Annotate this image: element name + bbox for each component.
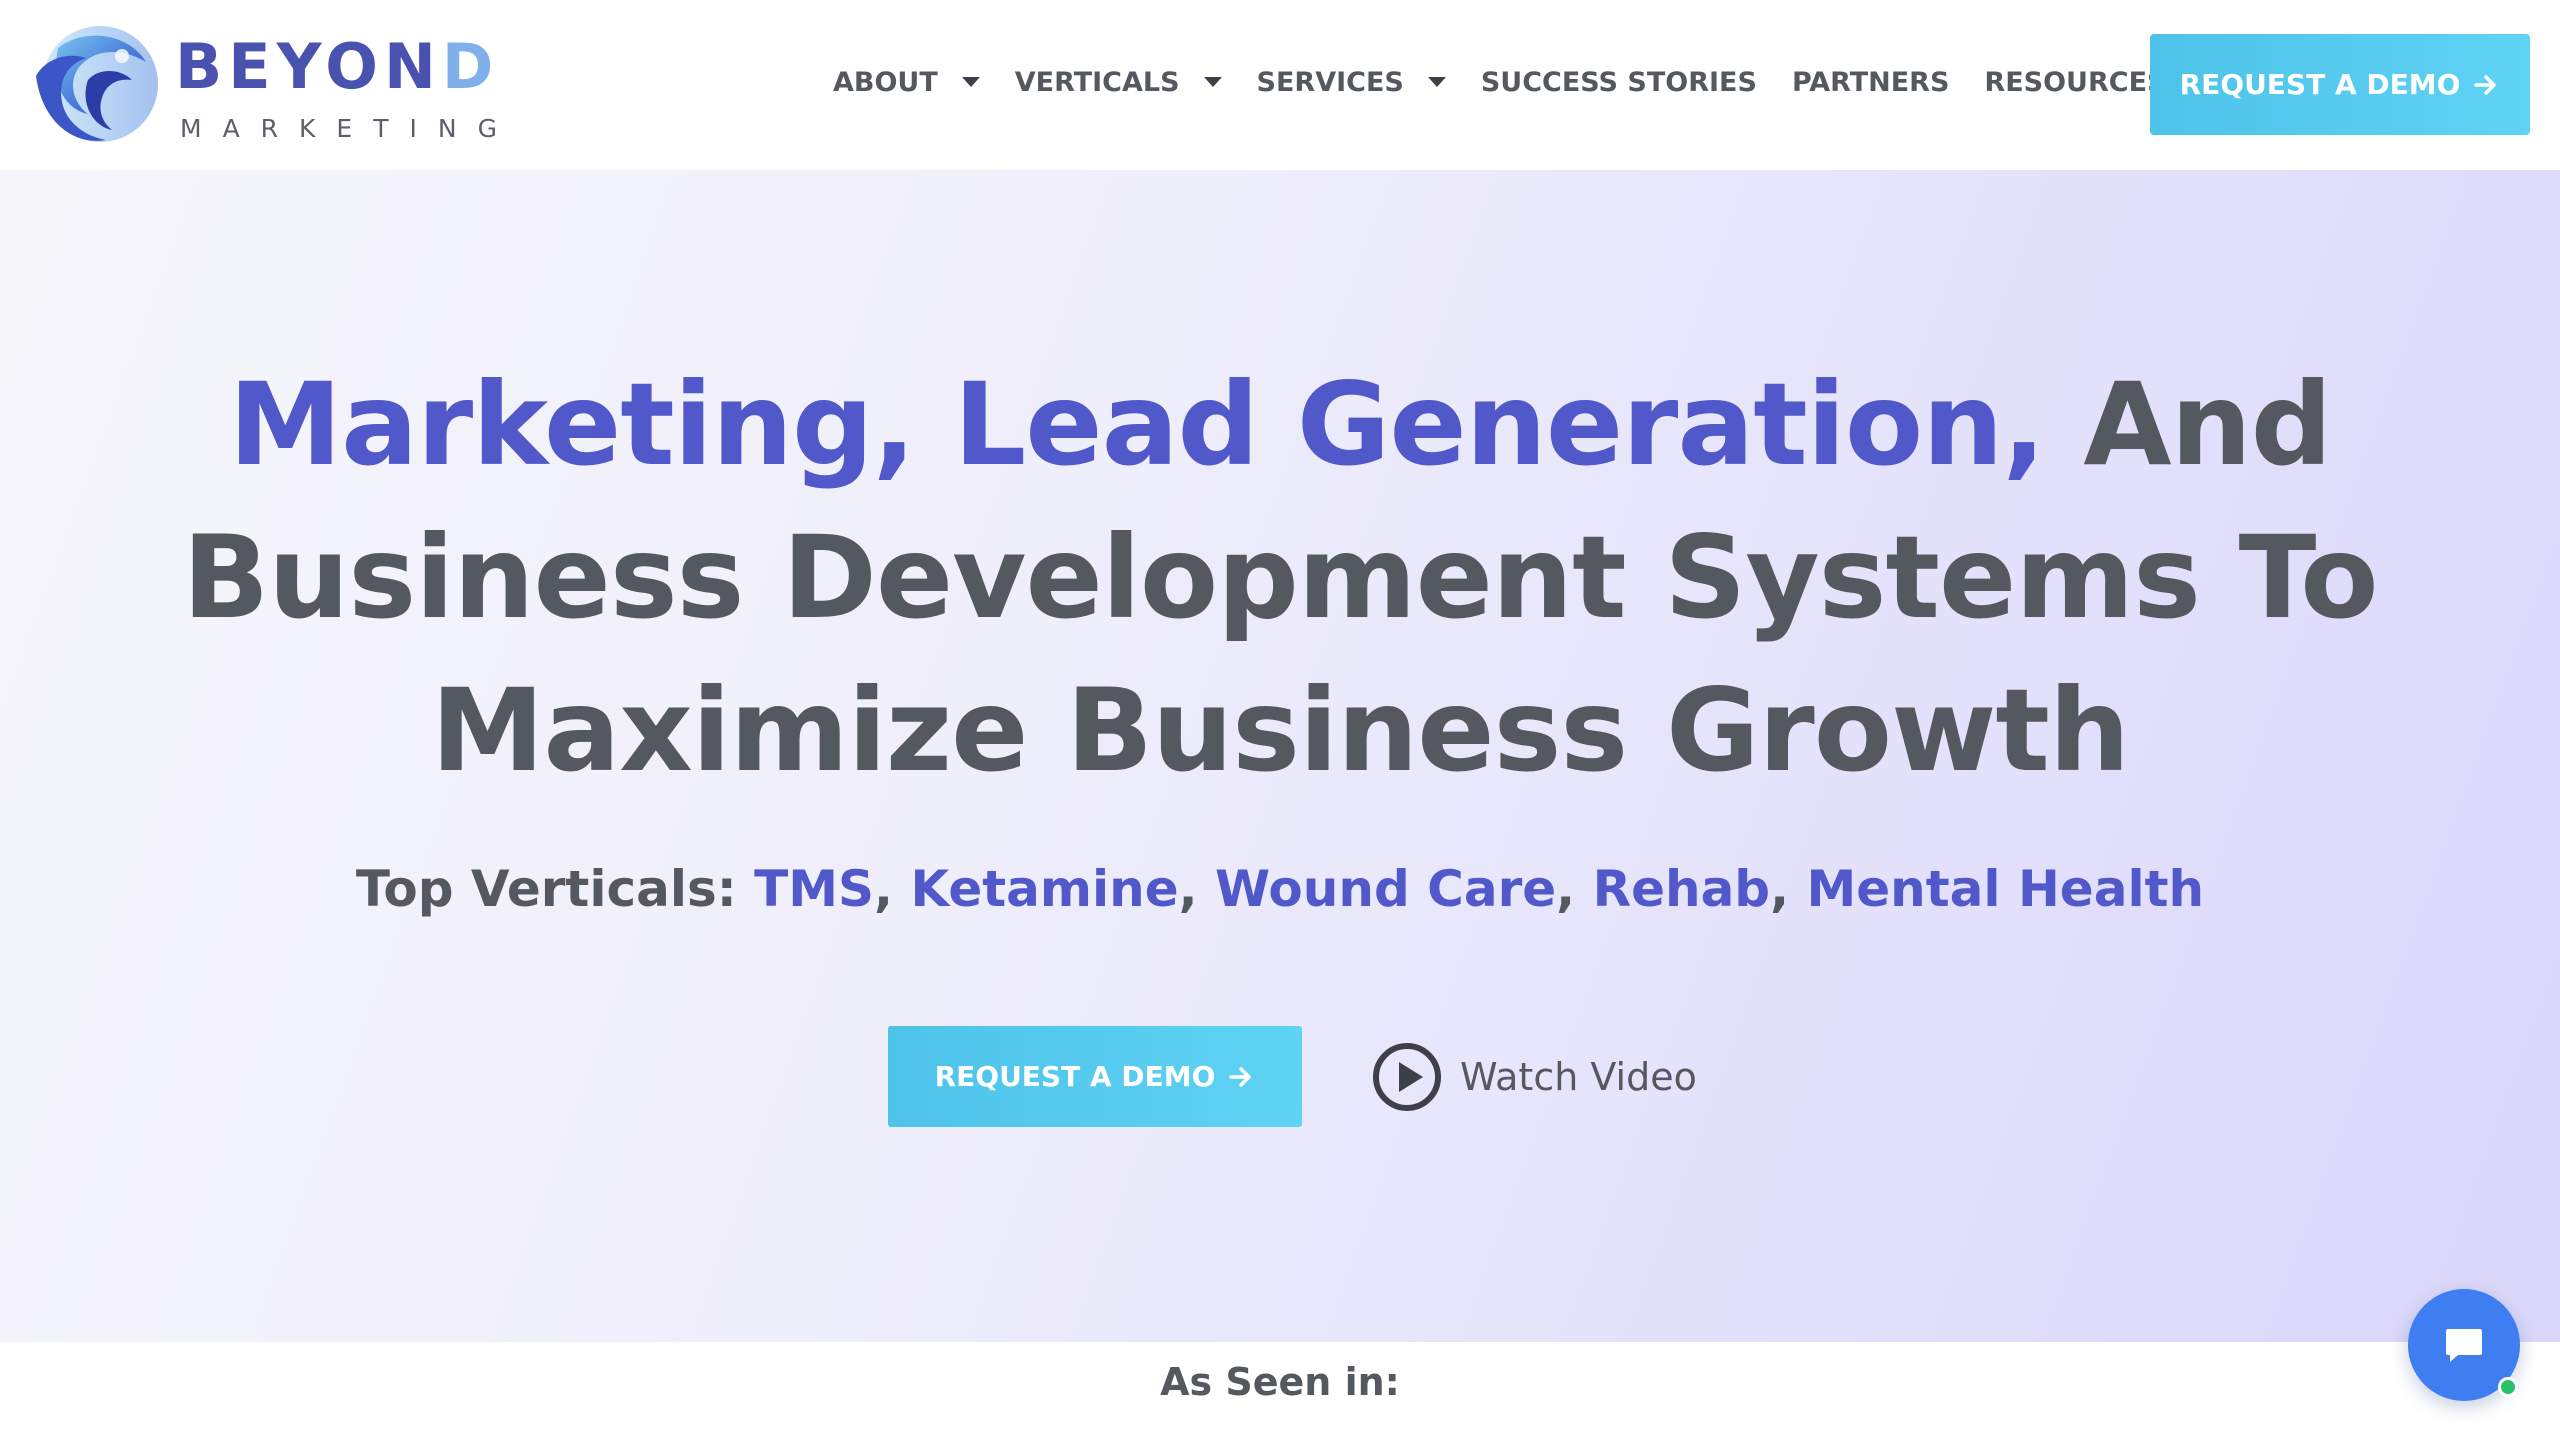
brand-name: BEYOND <box>175 36 499 98</box>
request-demo-label: REQUEST A DEMO <box>2179 68 2461 101</box>
caret-down-icon <box>961 77 980 87</box>
nav-item-label: RESOURCES <box>1984 66 2167 98</box>
arrow-right-icon <box>2474 74 2497 95</box>
header-request-demo-button[interactable]: REQUEST A DEMO <box>2150 34 2530 135</box>
main-nav: ABOUT VERTICALS SERVICES SUCCESS STORIES… <box>833 60 2209 104</box>
vertical-link-ketamine[interactable]: Ketamine <box>910 860 1178 918</box>
caret-down-icon <box>1203 77 1222 87</box>
watch-video-button[interactable]: Watch Video <box>1372 1042 1697 1112</box>
hero-title-line1-rest: And <box>2044 358 2332 491</box>
nav-item-partners[interactable]: PARTNERS <box>1792 67 1949 98</box>
nav-item-success-stories[interactable]: SUCCESS STORIES <box>1481 67 1757 98</box>
nav-item-about[interactable]: ABOUT <box>833 67 980 98</box>
caret-down-icon <box>1427 77 1446 87</box>
online-status-dot <box>2498 1377 2518 1397</box>
request-demo-label: REQUEST A DEMO <box>934 1060 1216 1093</box>
hero-title-line2: Business Development Systems To <box>182 511 2378 644</box>
play-circle-icon <box>1373 1043 1441 1111</box>
nav-item-services[interactable]: SERVICES <box>1257 67 1446 98</box>
vertical-separator: , <box>874 860 911 918</box>
chat-bubble-icon <box>2446 1329 2482 1362</box>
nav-item-verticals[interactable]: VERTICALS <box>1015 67 1222 98</box>
nav-item-label: VERTICALS <box>1014 66 1180 98</box>
site-header: BEYOND MARKETING ABOUT VERTICALS SERVICE… <box>0 0 2560 170</box>
vertical-link-tms[interactable]: TMS <box>754 860 874 918</box>
vertical-separator: , <box>1556 860 1593 918</box>
vertical-separator: , <box>1770 860 1807 918</box>
as-seen-in-section: As Seen in: <box>0 1342 2560 1440</box>
hero-request-demo-button[interactable]: REQUEST A DEMO <box>888 1026 1302 1127</box>
hero-title-line3: Maximize Business Growth <box>430 664 2130 797</box>
vertical-separator: , <box>1178 860 1216 918</box>
nav-item-label: SUCCESS STORIES <box>1480 66 1757 98</box>
brand-name-main: BEYON <box>175 30 442 103</box>
arrow-right-icon <box>1229 1066 1252 1087</box>
watch-video-label: Watch Video <box>1460 1055 1697 1099</box>
nav-item-label: PARTNERS <box>1791 66 1950 98</box>
vertical-link-wound-care[interactable]: Wound Care <box>1215 860 1556 918</box>
hero-section: Marketing, Lead Generation, And Business… <box>0 170 2560 1342</box>
hero-title-accent: Marketing, Lead Generation, <box>228 358 2046 491</box>
top-verticals: Top Verticals: TMS, Ketamine, Wound Care… <box>0 860 2560 918</box>
top-verticals-label: Top Verticals: <box>355 860 755 918</box>
vertical-link-rehab[interactable]: Rehab <box>1593 860 1771 918</box>
hero-title: Marketing, Lead Generation, And Business… <box>160 348 2400 807</box>
nav-item-label: ABOUT <box>833 66 938 98</box>
brand-name-fade: D <box>441 30 500 103</box>
as-seen-in-heading: As Seen in: <box>1160 1360 1400 1404</box>
vertical-link-mental-health[interactable]: Mental Health <box>1807 860 2205 918</box>
nav-item-label: SERVICES <box>1256 66 1404 98</box>
brand-tagline: MARKETING <box>180 114 518 143</box>
beyond-swirl-logo-icon <box>36 26 158 142</box>
brand-logo[interactable]: BEYOND MARKETING <box>28 18 497 154</box>
